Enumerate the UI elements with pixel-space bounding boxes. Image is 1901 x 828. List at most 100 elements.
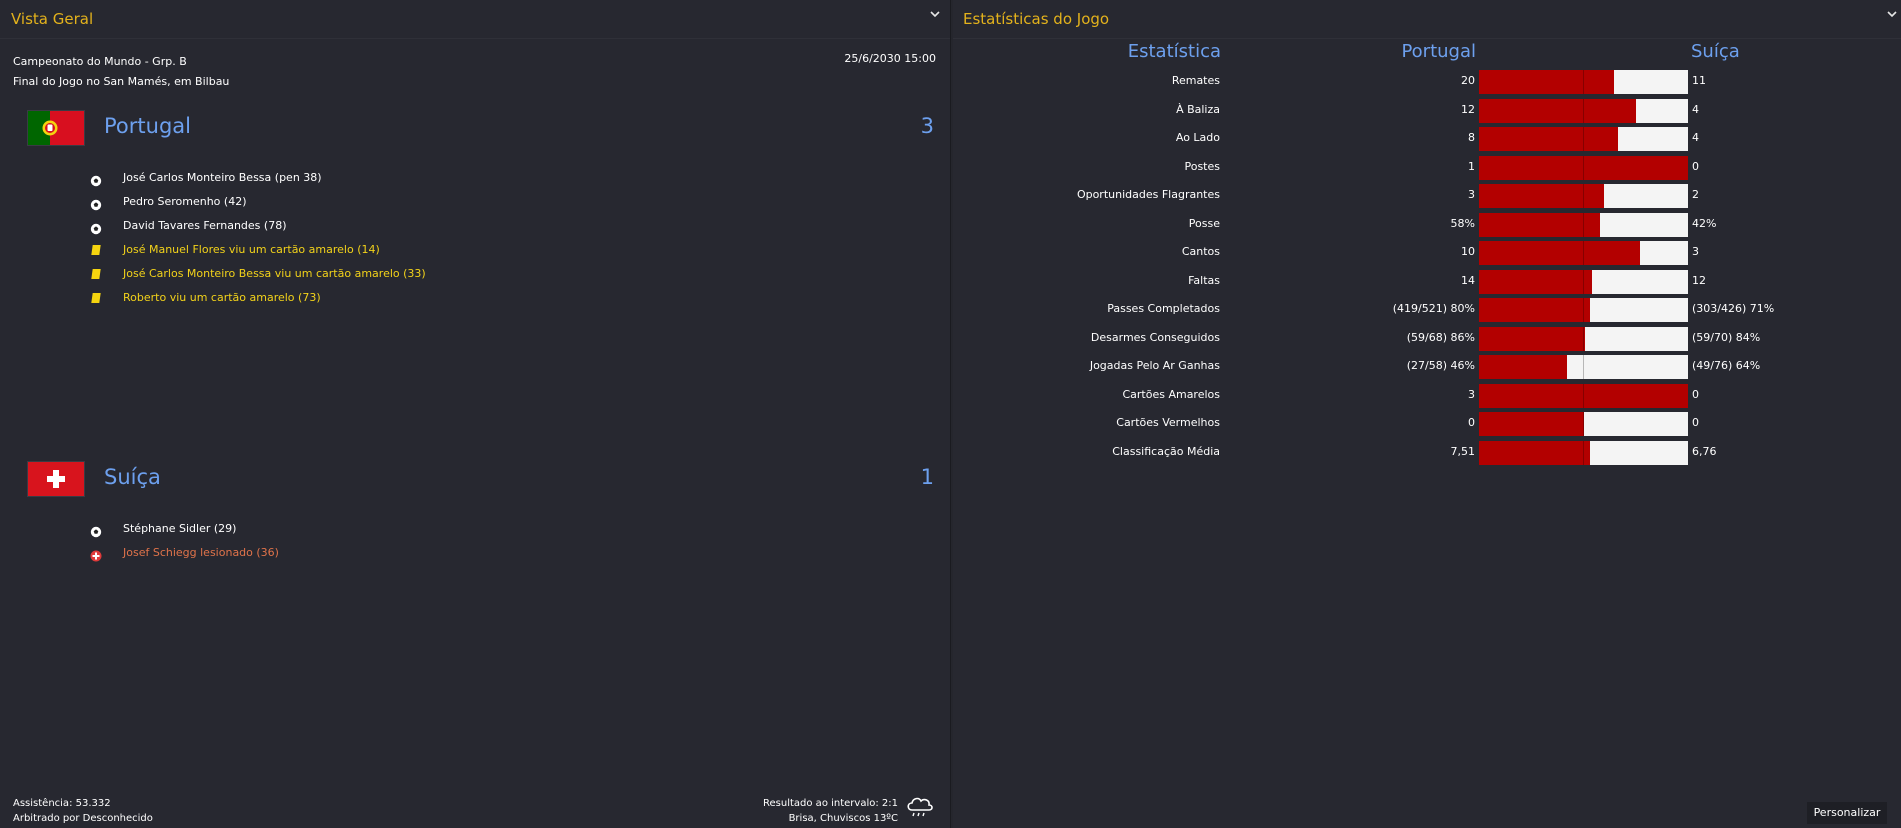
home-value: (27/58) 46% bbox=[1406, 359, 1475, 372]
stat-label: Posse bbox=[1188, 216, 1220, 230]
event-text[interactable]: Josef Schiegg lesionado (36) bbox=[123, 541, 279, 565]
home-value: 14 bbox=[1461, 273, 1475, 287]
stat-label: Cantos bbox=[1181, 245, 1220, 258]
home-value: 8 bbox=[1468, 131, 1475, 144]
referee-label: Arbitrado por Desconhecido bbox=[13, 813, 153, 824]
event-text[interactable]: José Carlos Monteiro Bessa (pen 38) bbox=[123, 166, 322, 190]
away-value: 11 bbox=[1692, 74, 1706, 87]
goal-icon bbox=[90, 172, 102, 187]
stat-label: À Baliza bbox=[1176, 102, 1220, 116]
chevron-down-icon[interactable] bbox=[928, 6, 942, 20]
rain-cloud-icon bbox=[904, 792, 936, 820]
event-text[interactable]: José Manuel Flores viu um cartão amarelo… bbox=[123, 238, 380, 262]
away-value: 0 bbox=[1692, 416, 1699, 429]
home-bar-fill bbox=[1479, 269, 1592, 294]
stat-bar bbox=[1479, 326, 1688, 351]
stat-bar bbox=[1479, 98, 1688, 123]
home-bar-fill bbox=[1479, 241, 1640, 265]
away-value: 3 bbox=[1692, 245, 1699, 258]
customize-button[interactable]: Personalizar bbox=[1807, 802, 1887, 824]
table-row: Jogadas Pelo Ar Ganhas (27/58) 46% (49/7… bbox=[953, 353, 1901, 381]
stat-label: Cartões Vermelhos bbox=[1116, 416, 1220, 429]
away-value: (49/76) 64% bbox=[1692, 359, 1761, 372]
home-value: 3 bbox=[1468, 188, 1475, 201]
stat-bar bbox=[1479, 298, 1688, 322]
table-row: Posse 58% 42% bbox=[953, 211, 1901, 239]
away-team-name[interactable]: Suíça bbox=[104, 465, 161, 489]
away-value: 4 bbox=[1692, 102, 1699, 116]
home-value: 1 bbox=[1468, 159, 1475, 173]
away-value: (59/70) 84% bbox=[1692, 330, 1761, 344]
chevron-down-icon[interactable] bbox=[1885, 6, 1899, 20]
table-row: Postes 1 0 bbox=[953, 154, 1901, 182]
match-date: 25/6/2030 15:00 bbox=[844, 52, 936, 65]
away-team-row: Suíça 1 bbox=[27, 461, 936, 497]
table-row: Desarmes Conseguidos (59/68) 86% (59/70)… bbox=[953, 325, 1901, 353]
event-text[interactable]: José Carlos Monteiro Bessa viu um cartão… bbox=[123, 262, 426, 286]
home-bar-fill bbox=[1479, 326, 1585, 351]
stat-bar bbox=[1479, 212, 1688, 237]
event-text[interactable]: Pedro Seromenho (42) bbox=[123, 190, 247, 214]
away-value: 2 bbox=[1692, 188, 1699, 201]
table-row: Cartões Vermelhos 0 0 bbox=[953, 410, 1901, 438]
stat-label: Faltas bbox=[1188, 273, 1220, 287]
home-bar-fill bbox=[1479, 412, 1584, 436]
home-bar-fill bbox=[1479, 298, 1590, 322]
stat-bar bbox=[1479, 70, 1688, 94]
event-text[interactable]: David Tavares Fernandes (78) bbox=[123, 214, 287, 238]
stats-header: Estatísticas do Jogo bbox=[953, 0, 1901, 39]
event-text[interactable]: Stéphane Sidler (29) bbox=[123, 517, 236, 541]
stat-bar bbox=[1479, 412, 1688, 436]
table-row: Cartões Amarelos 3 0 bbox=[953, 382, 1901, 410]
table-row: Oportunidades Flagrantes 3 2 bbox=[953, 182, 1901, 210]
away-team-score: 1 bbox=[920, 465, 934, 489]
away-value: (303/426) 71% bbox=[1692, 302, 1775, 315]
home-bar-fill bbox=[1479, 127, 1619, 151]
home-bar-fill bbox=[1479, 98, 1636, 123]
away-value: 6,76 bbox=[1692, 444, 1717, 458]
home-value: 12 bbox=[1461, 102, 1475, 116]
home-bar-fill bbox=[1479, 184, 1605, 208]
home-value: 7,51 bbox=[1450, 444, 1476, 458]
away-value: 0 bbox=[1692, 387, 1699, 401]
stat-bar bbox=[1479, 155, 1688, 180]
home-bar-fill bbox=[1479, 70, 1614, 94]
home-team-name[interactable]: Portugal bbox=[104, 114, 191, 138]
competition-label: Campeonato do Mundo - Grp. B bbox=[13, 55, 187, 68]
overview-header: Vista Geral bbox=[0, 0, 950, 39]
stat-bar bbox=[1479, 269, 1688, 294]
event-text[interactable]: Roberto viu um cartão amarelo (73) bbox=[123, 286, 321, 310]
home-value: 10 bbox=[1461, 245, 1475, 258]
home-bar-fill bbox=[1479, 440, 1590, 465]
venue-label: Final do Jogo no San Mamés, em Bilbau bbox=[13, 75, 230, 88]
stat-column-header: Estatística bbox=[1127, 41, 1221, 62]
portugal-flag-icon bbox=[27, 110, 85, 146]
stat-label: Classificação Média bbox=[1112, 444, 1220, 458]
stat-label: Ao Lado bbox=[1175, 131, 1220, 144]
goal-icon bbox=[90, 220, 102, 235]
table-row: Faltas 14 12 bbox=[953, 268, 1901, 296]
home-team-score: 3 bbox=[920, 114, 934, 138]
home-value: 3 bbox=[1468, 387, 1475, 401]
halftime-label: Resultado ao intervalo: 2:1 bbox=[763, 798, 898, 809]
table-row: Classificação Média 7,51 6,76 bbox=[953, 439, 1901, 467]
stat-label: Oportunidades Flagrantes bbox=[1076, 188, 1220, 201]
match-stats-panel: Estatísticas do Jogo Estatística Portuga… bbox=[953, 0, 1901, 828]
stats-title: Estatísticas do Jogo bbox=[963, 10, 1110, 28]
stat-label: Desarmes Conseguidos bbox=[1090, 330, 1220, 344]
goal-icon bbox=[90, 196, 102, 211]
table-row: Cantos 10 3 bbox=[953, 239, 1901, 267]
match-overview-panel: Vista Geral Campeonato do Mundo - Grp. B… bbox=[0, 0, 951, 828]
match-footer-left: Assistência: 53.332 Arbitrado por Descon… bbox=[13, 796, 153, 826]
home-value: 0 bbox=[1468, 416, 1475, 429]
away-value: 0 bbox=[1692, 159, 1699, 173]
away-value: 4 bbox=[1692, 131, 1699, 144]
stat-label: Jogadas Pelo Ar Ganhas bbox=[1089, 359, 1220, 372]
stat-bar bbox=[1479, 383, 1688, 408]
stat-bar bbox=[1479, 355, 1688, 379]
match-info: Campeonato do Mundo - Grp. B Final do Jo… bbox=[13, 52, 229, 92]
yellow-card-icon bbox=[90, 292, 102, 304]
injury-icon bbox=[90, 547, 102, 562]
attendance-label: Assistência: 53.332 bbox=[13, 798, 111, 809]
stat-bar bbox=[1479, 241, 1688, 265]
